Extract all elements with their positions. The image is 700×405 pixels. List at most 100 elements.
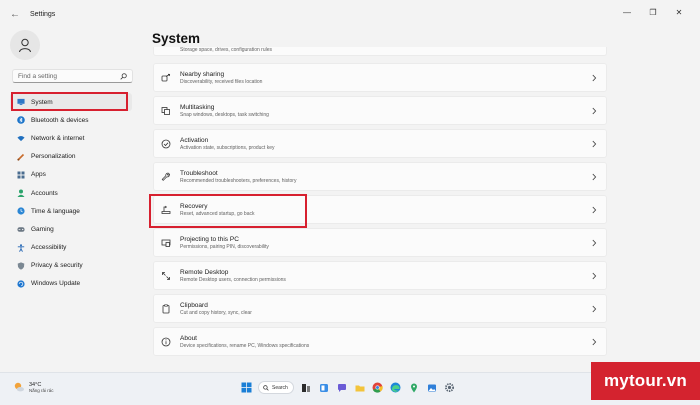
multitasking-icon	[161, 106, 171, 116]
activation-check-icon	[161, 139, 171, 149]
chevron-right-icon	[592, 140, 597, 148]
sidebar-item-label: Privacy & security	[31, 262, 83, 270]
sidebar-item-label: Network & internet	[31, 134, 85, 142]
maximize-button[interactable]: ❐	[640, 6, 666, 20]
card-title: Troubleshoot	[180, 169, 218, 177]
sidebar-item-windows-update[interactable]: Windows Update	[10, 275, 132, 293]
wrench-icon	[161, 172, 171, 182]
weather-condition: Nắng rải rác	[29, 387, 54, 393]
search-icon	[120, 72, 127, 80]
sidebar-item-time-language[interactable]: Time & language	[10, 202, 132, 220]
sidebar-item-accessibility[interactable]: Accessibility	[10, 239, 132, 257]
about-card[interactable]: About Device specifications, rename PC, …	[153, 327, 607, 356]
chevron-right-icon	[592, 272, 597, 280]
app-title: Settings	[30, 10, 56, 18]
settings-gear-icon[interactable]	[443, 381, 456, 394]
card-subtitle: Permissions, pairing PIN, discoverabilit…	[180, 243, 269, 250]
search-icon	[263, 384, 269, 391]
sidebar-item-network-internet[interactable]: Network & internet	[10, 129, 132, 147]
chevron-right-icon	[592, 206, 597, 214]
settings-window: ← Settings — ❐ ✕ System	[0, 0, 700, 372]
card-title: Clipboard	[180, 301, 208, 309]
chevron-right-icon	[592, 338, 597, 346]
brush-icon	[17, 153, 25, 161]
card-title: About	[180, 334, 197, 342]
chevron-right-icon	[592, 305, 597, 313]
sidebar-nav: System Bluetooth & devices Network & int…	[10, 93, 132, 293]
highlight-recovery	[149, 194, 307, 228]
edge-icon[interactable]	[389, 381, 402, 394]
page-title: System	[152, 31, 201, 46]
nearby-sharing-card[interactable]: Nearby sharing Discoverability, received…	[153, 63, 607, 92]
card-subtitle: Cut and copy history, sync, clear	[180, 309, 252, 316]
apps-icon	[17, 171, 25, 179]
clipboard-card[interactable]: Clipboard Cut and copy history, sync, cl…	[153, 294, 607, 323]
windows-start-icon[interactable]	[240, 381, 253, 394]
widgets-icon[interactable]	[317, 381, 330, 394]
taskbar-search[interactable]: Search	[258, 381, 294, 394]
projector-icon	[161, 238, 171, 248]
card-title: Multitasking	[180, 103, 215, 111]
card-subtitle: Device specifications, rename PC, Window…	[180, 342, 310, 349]
search-input[interactable]	[18, 72, 118, 80]
remote-desktop-card[interactable]: Remote Desktop Remote Desktop users, con…	[153, 261, 607, 290]
sidebar-item-label: Time & language	[31, 207, 80, 215]
info-icon	[161, 337, 171, 347]
minimize-button[interactable]: —	[614, 6, 640, 20]
multitasking-card[interactable]: Multitasking Snap windows, desktops, tas…	[153, 96, 607, 125]
taskbar-apps: Search	[240, 381, 456, 394]
card-title: Nearby sharing	[180, 70, 225, 78]
gamepad-icon	[17, 225, 25, 233]
sidebar-item-label: Personalization	[31, 153, 76, 161]
chevron-right-icon	[592, 239, 597, 247]
file-explorer-icon[interactable]	[353, 381, 366, 394]
weather-widget[interactable]: 34°C Nắng rải rác	[13, 381, 54, 393]
sidebar-item-label: Accounts	[31, 189, 58, 197]
mytour-watermark: mytour.vn	[591, 362, 700, 400]
sidebar-item-apps[interactable]: Apps	[10, 166, 132, 184]
sidebar-item-gaming[interactable]: Gaming	[10, 220, 132, 238]
globe-clock-icon	[17, 207, 25, 215]
accessibility-icon	[17, 243, 25, 252]
chevron-right-icon	[592, 107, 597, 115]
search-box[interactable]	[12, 69, 133, 83]
card-subtitle: Recommended troubleshooters, preferences…	[180, 177, 297, 184]
wifi-icon	[17, 134, 25, 142]
sun-cloud-icon	[14, 382, 24, 392]
sidebar-item-bluetooth-devices[interactable]: Bluetooth & devices	[10, 111, 132, 129]
card-title: Activation	[180, 136, 209, 144]
photos-icon[interactable]	[425, 381, 438, 394]
card-title: Projecting to this PC	[180, 235, 239, 243]
card-title: Remote Desktop	[180, 268, 229, 276]
back-arrow-icon[interactable]: ←	[2, 9, 28, 20]
close-button[interactable]: ✕	[666, 6, 692, 20]
sidebar-item-privacy-security[interactable]: Privacy & security	[10, 257, 132, 275]
sidebar-item-label: Windows Update	[31, 280, 81, 288]
nearby-sharing-icon	[161, 73, 171, 83]
card-subtitle: Discoverability, received files location	[180, 78, 263, 85]
chevron-right-icon	[592, 173, 597, 181]
clipboard-icon	[161, 304, 171, 314]
title-bar: ← Settings — ❐ ✕	[0, 0, 700, 28]
remote-desktop-icon	[161, 271, 171, 281]
sidebar-item-label: Accessibility	[31, 244, 67, 252]
activation-card[interactable]: Activation Activation state, subscriptio…	[153, 129, 607, 158]
taskbar-search-label: Search	[272, 384, 288, 391]
accounts-icon	[17, 189, 25, 198]
task-view-icon[interactable]	[299, 381, 312, 394]
chat-icon[interactable]	[335, 381, 348, 394]
avatar[interactable]	[10, 30, 40, 60]
chrome-icon[interactable]	[371, 381, 384, 394]
card-subtitle: Snap windows, desktops, task switching	[180, 111, 269, 118]
user-icon	[19, 38, 31, 53]
maps-icon[interactable]	[407, 381, 420, 394]
shield-icon	[17, 262, 25, 270]
highlight-system	[11, 92, 128, 111]
sidebar-item-accounts[interactable]: Accounts	[10, 184, 132, 202]
chevron-right-icon	[592, 74, 597, 82]
troubleshoot-card[interactable]: Troubleshoot Recommended troubleshooters…	[153, 162, 607, 191]
sidebar-item-label: Bluetooth & devices	[31, 116, 89, 124]
sidebar-item-personalization[interactable]: Personalization	[10, 148, 132, 166]
storage-card-partial[interactable]: Storage space, drives, configuration rul…	[153, 47, 607, 56]
projecting-card[interactable]: Projecting to this PC Permissions, pairi…	[153, 228, 607, 257]
